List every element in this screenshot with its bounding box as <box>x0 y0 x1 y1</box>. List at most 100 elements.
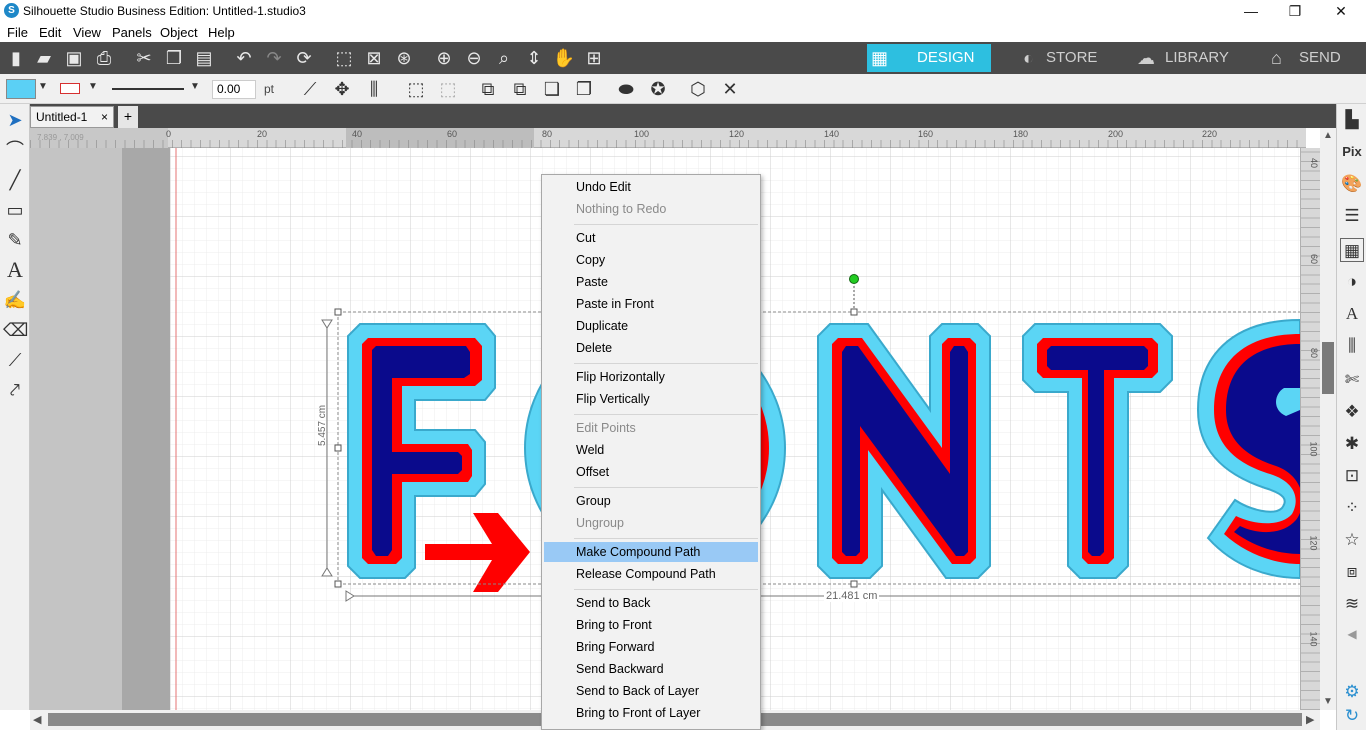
text-style-icon[interactable]: A <box>1340 302 1364 326</box>
fit-to-window-icon[interactable]: ⊞ <box>582 46 606 70</box>
menu-item-bring-to-front[interactable]: Bring to Front <box>544 615 758 635</box>
delete-x-icon[interactable]: ✕ <box>718 77 742 101</box>
menu-item-cut[interactable]: Cut <box>544 228 758 248</box>
bring-forward-icon[interactable]: ❏ <box>540 77 564 101</box>
restore-button[interactable]: ❐ <box>1272 0 1318 22</box>
tab-send[interactable]: ⌂ SEND <box>1237 44 1362 72</box>
collapse-arrow-icon[interactable]: ◀ <box>1340 622 1364 646</box>
ungroup-icon[interactable]: ⬚ <box>436 77 460 101</box>
rotate-handle[interactable] <box>849 274 859 284</box>
modify-icon[interactable]: ✱ <box>1340 432 1364 456</box>
eraser-icon[interactable]: ⌫ <box>3 318 28 342</box>
send-backward-icon[interactable]: ❐ <box>572 77 596 101</box>
fit-to-page-icon[interactable]: ⇕ <box>522 46 546 70</box>
menu-item-flip-horizontally[interactable]: Flip Horizontally <box>544 367 758 387</box>
scroll-left-icon[interactable]: ◀ <box>33 713 41 726</box>
group-icon[interactable]: ⬚ <box>404 77 428 101</box>
menu-item-delete[interactable]: Delete <box>544 338 758 358</box>
sketch-icon[interactable]: ✍ <box>3 288 27 312</box>
fill-panel-icon[interactable]: ▦ <box>1340 238 1364 262</box>
menu-item-send-to-back[interactable]: Send to Back <box>544 593 758 613</box>
copy-icon[interactable]: ❐ <box>162 46 186 70</box>
tab-design[interactable]: ▦ DESIGN <box>867 44 991 72</box>
zoom-selected-icon[interactable]: ⌕ <box>492 46 516 70</box>
menu-item-send-to-back-of-layer[interactable]: Send to Back of Layer <box>544 681 758 701</box>
sync-icon[interactable]: ↻ <box>1340 704 1364 728</box>
menu-item-weld[interactable]: Weld <box>544 440 758 460</box>
palette-icon[interactable]: 🎨 <box>1340 172 1364 196</box>
cut-icon[interactable]: ✂ <box>132 46 156 70</box>
line-draw-icon[interactable]: ╱ <box>3 168 27 192</box>
close-window-button[interactable]: ✕ <box>1318 0 1364 22</box>
resize-handle[interactable] <box>850 580 858 588</box>
print-icon[interactable]: ⎙ <box>92 46 116 70</box>
transform-icon[interactable]: ✄ <box>1340 368 1364 392</box>
menu-item-duplicate[interactable]: Duplicate <box>544 316 758 336</box>
menu-item-copy[interactable]: Copy <box>544 250 758 270</box>
menu-item-release-compound-path[interactable]: Release Compound Path <box>544 564 758 584</box>
point-edit-icon[interactable]: ⌒ <box>3 138 27 162</box>
undo-icon[interactable]: ↶ <box>232 46 256 70</box>
replicate-icon[interactable]: ⬡ <box>686 77 710 101</box>
new-file-icon[interactable]: ▮ <box>4 46 28 70</box>
tab-library[interactable]: ☁ LIBRARY <box>1115 44 1235 72</box>
scroll-right-icon[interactable]: ▶ <box>1306 713 1314 726</box>
zoom-in-icon[interactable]: ⊕ <box>432 46 456 70</box>
deselect-icon[interactable]: ⊠ <box>362 46 386 70</box>
fill-dropdown-icon[interactable]: ▼ <box>38 81 48 92</box>
align-icon[interactable]: ⫼ <box>362 77 386 101</box>
menu-edit[interactable]: Edit <box>39 25 61 40</box>
zoom-out-icon[interactable]: ⊖ <box>462 46 486 70</box>
knife-icon[interactable]: ⟋ <box>3 348 27 372</box>
paste-icon[interactable]: ▤ <box>192 46 216 70</box>
settings-gear-icon[interactable]: ⚙ <box>1340 680 1364 704</box>
open-folder-icon[interactable]: ▰ <box>32 46 56 70</box>
pencil-icon[interactable]: ✎ <box>3 228 27 252</box>
layers-icon[interactable]: ⧈ <box>1340 560 1364 584</box>
menu-item-bring-to-front-of-layer[interactable]: Bring to Front of Layer <box>544 703 758 723</box>
align-panel-icon[interactable]: ⫼ <box>1340 334 1364 358</box>
line-style-panel-icon[interactable]: ☰ <box>1340 204 1364 228</box>
trace-icon[interactable]: ⁘ <box>1340 496 1364 520</box>
send-to-back-icon[interactable]: ⧉ <box>508 77 532 101</box>
menu-item-nothing-to-redo[interactable]: Nothing to Redo <box>544 199 758 219</box>
menu-item-group[interactable]: Group <box>544 491 758 511</box>
star-shape-icon[interactable]: ☆ <box>1340 528 1364 552</box>
menu-help[interactable]: Help <box>208 25 235 40</box>
menu-item-paste[interactable]: Paste <box>544 272 758 292</box>
vertical-scroll-thumb[interactable] <box>1322 342 1334 394</box>
menu-view[interactable]: View <box>73 25 101 40</box>
eyedropper-icon[interactable]: ⤤ <box>3 378 27 402</box>
scroll-down-icon[interactable]: ▼ <box>1323 696 1333 707</box>
menu-file[interactable]: File <box>7 25 28 40</box>
resize-handle[interactable] <box>334 444 342 452</box>
menu-item-make-compound-path[interactable]: Make Compound Path <box>544 542 758 562</box>
pan-hand-icon[interactable]: ✋ <box>552 46 576 70</box>
line-color-dropdown-icon[interactable]: ▼ <box>88 81 98 92</box>
gradient-icon[interactable]: ◑ <box>1340 270 1364 294</box>
save-icon[interactable]: ▣ <box>62 46 86 70</box>
menu-panels[interactable]: Panels <box>112 25 152 40</box>
page-setup-icon[interactable]: ▙ <box>1340 108 1364 132</box>
line-color-swatch[interactable] <box>60 83 80 94</box>
menu-object[interactable]: Object <box>160 25 198 40</box>
bring-to-front-icon[interactable]: ⧉ <box>476 77 500 101</box>
line-tool-icon[interactable]: ⟋ <box>298 77 322 101</box>
tab-store[interactable]: ◐ STORE <box>993 44 1113 72</box>
replicate-panel-icon[interactable]: ❖ <box>1340 400 1364 424</box>
resize-handle[interactable] <box>850 308 858 316</box>
vertical-scrollbar[interactable]: ▲ ▼ <box>1320 128 1336 710</box>
weld-icon[interactable]: ⬬ <box>614 77 638 101</box>
redraw-icon[interactable]: ⟳ <box>292 46 316 70</box>
menu-item-offset[interactable]: Offset <box>544 462 758 482</box>
pixscan-icon[interactable]: Pix <box>1340 140 1364 164</box>
add-document-button[interactable]: + <box>118 106 138 128</box>
select-arrow-icon[interactable]: ➤ <box>3 108 27 132</box>
offset-star-icon[interactable]: ✪ <box>646 77 670 101</box>
redo-icon[interactable]: ↷ <box>262 46 286 70</box>
line-style-dropdown-icon[interactable]: ▼ <box>190 81 200 92</box>
document-tab[interactable]: Untitled-1 × <box>30 106 114 128</box>
rectangle-icon[interactable]: ▭ <box>3 198 27 222</box>
menu-item-undo-edit[interactable]: Undo Edit <box>544 177 758 197</box>
letter-s-shape[interactable] <box>1196 318 1300 580</box>
